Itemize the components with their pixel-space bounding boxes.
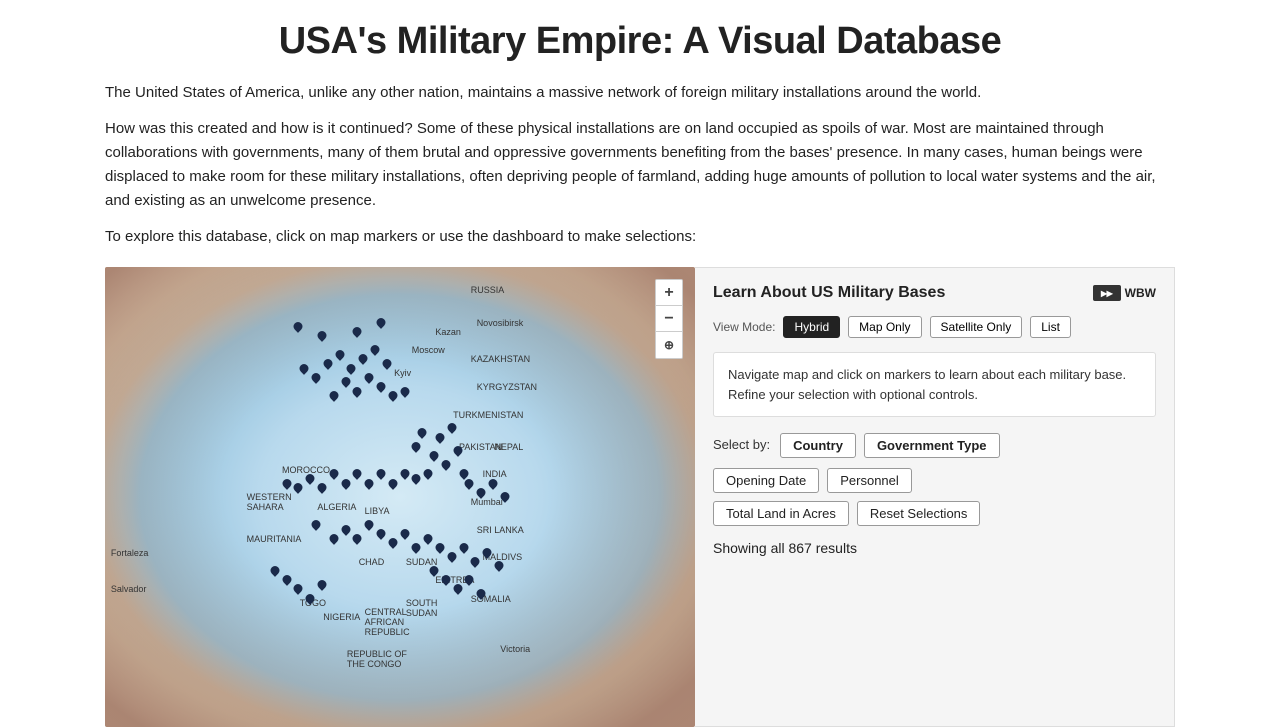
view-mode-row: View Mode: Hybrid Map Only Satellite Onl… <box>713 316 1156 338</box>
filter-government-type-button[interactable]: Government Type <box>864 433 1000 458</box>
wbw-text: WBW <box>1125 286 1156 300</box>
dashboard-area: RUSSIA Novosibirsk KAZAKHSTAN Kazan KYRG… <box>105 267 1175 727</box>
page-title: USA's Military Empire: A Visual Database <box>105 20 1175 63</box>
map-background: RUSSIA Novosibirsk KAZAKHSTAN Kazan KYRG… <box>105 267 695 727</box>
view-mode-maponly-button[interactable]: Map Only <box>848 316 921 338</box>
filter-tags-row2: Opening Date Personnel <box>713 468 1156 493</box>
intro-paragraph-3: To explore this database, click on map m… <box>105 225 1175 249</box>
view-mode-hybrid-button[interactable]: Hybrid <box>783 316 840 338</box>
zoom-reset-button[interactable]: ⊕ <box>656 332 682 358</box>
intro-paragraph-2: How was this created and how is it conti… <box>105 117 1175 213</box>
info-box: Navigate map and click on markers to lea… <box>713 352 1156 417</box>
results-text: Showing all 867 results <box>713 540 857 556</box>
filter-opening-date-button[interactable]: Opening Date <box>713 468 819 493</box>
zoom-in-button[interactable]: + <box>656 280 682 306</box>
filter-tags-row3: Total Land in Acres Reset Selections <box>713 501 1156 526</box>
results-row: Showing all 867 results <box>713 540 1156 556</box>
filter-land-acres-button[interactable]: Total Land in Acres <box>713 501 849 526</box>
view-mode-list-button[interactable]: List <box>1030 316 1071 338</box>
select-by-label: Select by: <box>713 437 770 452</box>
select-by-row: Select by: Country Government Type <box>713 433 1156 458</box>
wbw-logo: ▶▶ WBW <box>1093 285 1156 301</box>
view-mode-label: View Mode: <box>713 320 775 334</box>
filter-country-button[interactable]: Country <box>780 433 856 458</box>
panel-title: Learn About US Military Bases <box>713 284 945 302</box>
view-mode-satellite-button[interactable]: Satellite Only <box>930 316 1023 338</box>
filter-reset-button[interactable]: Reset Selections <box>857 501 981 526</box>
zoom-controls: + − ⊕ <box>655 279 683 359</box>
right-panel: Learn About US Military Bases ▶▶ WBW Vie… <box>695 267 1175 727</box>
map-globe-overlay <box>105 267 695 727</box>
zoom-out-button[interactable]: − <box>656 306 682 332</box>
wbw-icon: ▶▶ <box>1093 285 1121 301</box>
intro-paragraph-1: The United States of America, unlike any… <box>105 81 1175 105</box>
map-container[interactable]: RUSSIA Novosibirsk KAZAKHSTAN Kazan KYRG… <box>105 267 695 727</box>
panel-header: Learn About US Military Bases ▶▶ WBW <box>713 284 1156 302</box>
filter-personnel-button[interactable]: Personnel <box>827 468 912 493</box>
filter-tags: Country Government Type <box>780 433 999 458</box>
